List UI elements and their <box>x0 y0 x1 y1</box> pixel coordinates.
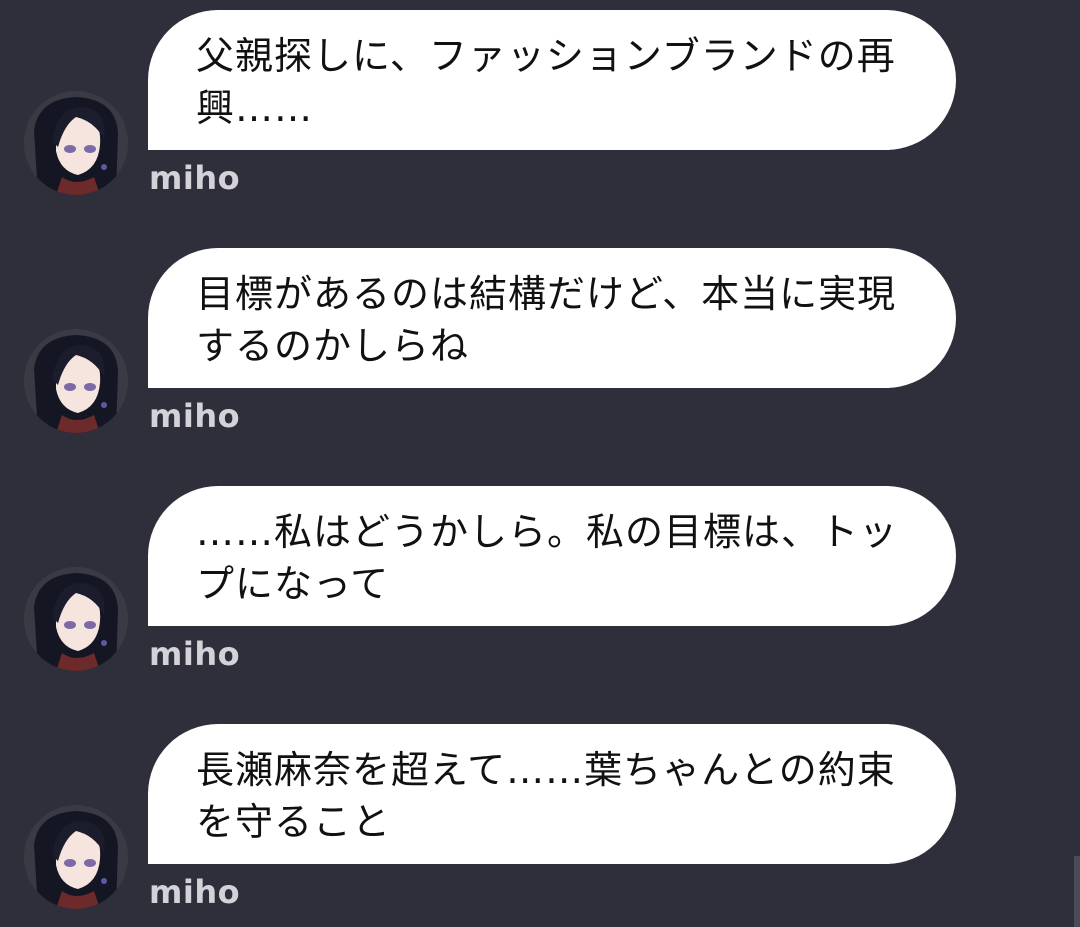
message-text: 目標があるのは結構だけど、本当に実現するのかしらね <box>196 272 897 368</box>
miho-avatar-icon[interactable] <box>24 329 128 433</box>
message-text: 長瀬麻奈を超えて……葉ちゃんとの約束を守ること <box>196 748 896 844</box>
sender-name: miho <box>149 873 241 911</box>
chat-message: 長瀬麻奈を超えて……葉ちゃんとの約束を守ること miho <box>0 724 1080 924</box>
sender-name: miho <box>149 397 241 435</box>
chat-message: 目標があるのは結構だけど、本当に実現するのかしらね miho <box>0 248 1080 448</box>
miho-avatar-icon[interactable] <box>24 567 128 671</box>
miho-avatar-icon[interactable] <box>24 805 128 909</box>
message-bubble[interactable]: 父親探しに、ファッションブランドの再興…… <box>148 10 956 150</box>
message-bubble[interactable]: 目標があるのは結構だけど、本当に実現するのかしらね <box>148 248 956 388</box>
message-text: ……私はどうかしら。私の目標は、トップになって <box>196 510 899 606</box>
scrollbar-thumb[interactable] <box>1074 856 1080 927</box>
chat-message: ……私はどうかしら。私の目標は、トップになって miho <box>0 486 1080 686</box>
chat-log: 父親探しに、ファッションブランドの再興…… miho 目標があるのは結構だけど、… <box>0 0 1080 927</box>
message-bubble[interactable]: 長瀬麻奈を超えて……葉ちゃんとの約束を守ること <box>148 724 956 864</box>
message-bubble[interactable]: ……私はどうかしら。私の目標は、トップになって <box>148 486 956 626</box>
message-text: 父親探しに、ファッションブランドの再興…… <box>196 34 896 130</box>
sender-name: miho <box>149 635 241 673</box>
miho-avatar-icon[interactable] <box>24 91 128 195</box>
chat-message: 父親探しに、ファッションブランドの再興…… miho <box>0 10 1080 210</box>
sender-name: miho <box>149 159 241 197</box>
